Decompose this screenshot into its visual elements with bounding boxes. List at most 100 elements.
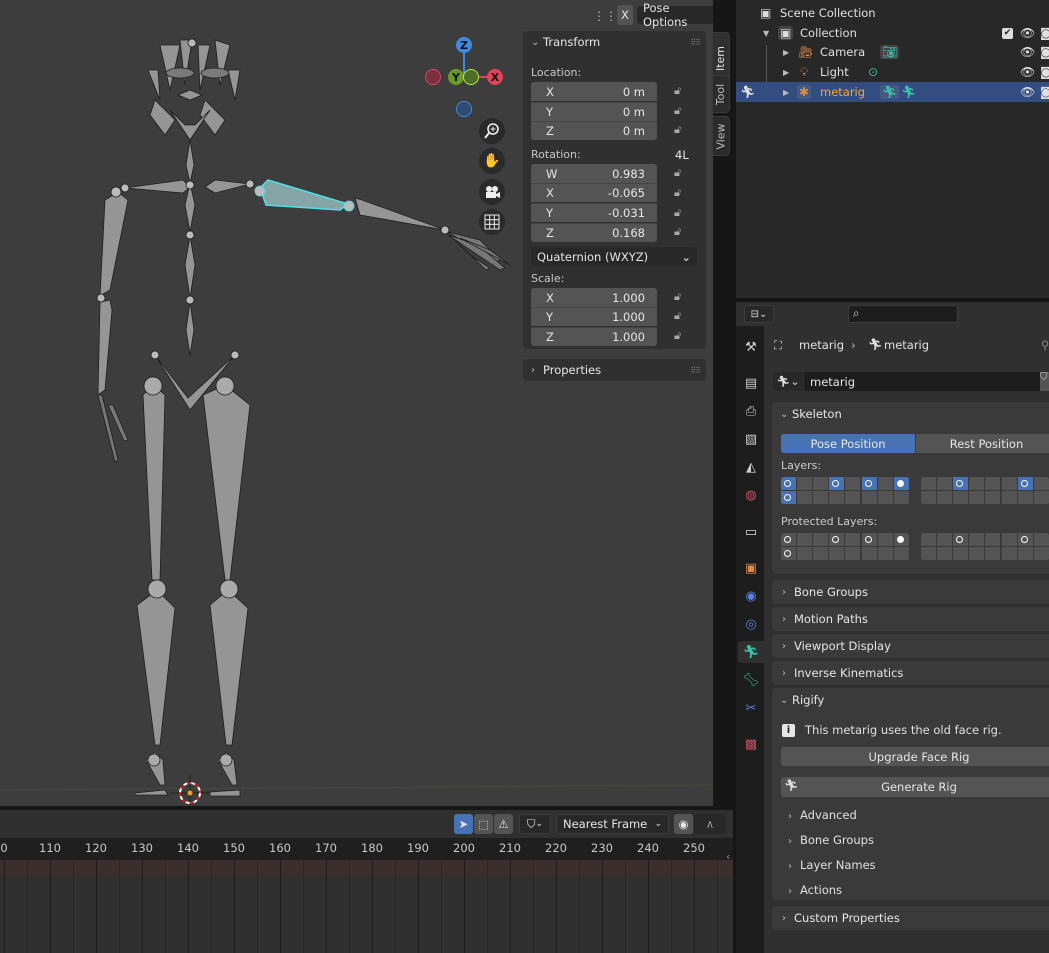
- bone-layer-toggle[interactable]: [921, 477, 937, 491]
- motion-paths-panel[interactable]: › Motion Paths: [772, 607, 1049, 631]
- rotation-4l-toggle[interactable]: 4L: [675, 148, 689, 162]
- camera-icon[interactable]: [479, 179, 505, 205]
- constraint-icon[interactable]: ◎: [740, 613, 762, 635]
- bone-layer-toggle[interactable]: [921, 491, 937, 505]
- generate-rig-button[interactable]: 🏃︎ Generate Rig: [781, 777, 1049, 797]
- protected-layer-toggle[interactable]: [845, 547, 862, 561]
- eye-visibility-icon[interactable]: 👁︎: [1020, 45, 1035, 59]
- protected-layer-toggle[interactable]: [1017, 533, 1034, 547]
- bone-layer-toggle[interactable]: [969, 477, 986, 491]
- protected-layer-toggle[interactable]: [781, 547, 797, 561]
- outliner-row-scene-collection[interactable]: ▣ Scene Collection: [736, 3, 1049, 23]
- bone-layer-toggle[interactable]: [781, 491, 797, 505]
- bone-constraint-icon[interactable]: ✂: [740, 697, 762, 719]
- advanced-subpanel[interactable]: › Advanced: [788, 808, 857, 822]
- scale-z-field[interactable]: Z 1.000: [531, 327, 657, 346]
- fake-user-shield-icon[interactable]: ⛉: [1040, 372, 1049, 391]
- drag-grip-icon[interactable]: ⠿⠿: [690, 366, 701, 375]
- tab-tool[interactable]: Tool: [712, 75, 730, 113]
- protected-layer-toggle[interactable]: [893, 547, 910, 561]
- protected-layer-toggle[interactable]: [1001, 547, 1018, 561]
- render-camera-icon[interactable]: ◙: [1040, 26, 1049, 40]
- location-z-field[interactable]: Z 0 m: [531, 121, 657, 140]
- protected-layer-toggle[interactable]: [953, 547, 970, 561]
- bone-layer-toggle[interactable]: [969, 491, 986, 505]
- bone-layer-toggle[interactable]: [845, 477, 862, 491]
- bone-layer-toggle[interactable]: [1017, 491, 1034, 505]
- gizmo-z-axis[interactable]: Z: [456, 37, 472, 53]
- box-select-icon[interactable]: ⬚: [474, 814, 493, 834]
- bone-layer-toggle[interactable]: [861, 491, 878, 505]
- view-layer-icon[interactable]: ▧: [740, 428, 762, 450]
- breadcrumb-data[interactable]: metarig: [884, 338, 929, 352]
- protected-layer-toggle[interactable]: [861, 547, 878, 561]
- light-data-icon[interactable]: ⊙: [868, 65, 878, 79]
- bone-layer-toggle[interactable]: [1017, 477, 1034, 491]
- bone-layer-toggle[interactable]: [829, 477, 846, 491]
- proportional-edit-icon[interactable]: ◉: [674, 814, 693, 834]
- bone-layer-toggle[interactable]: [797, 477, 814, 491]
- collapse-arrow-icon[interactable]: ‹: [726, 850, 730, 863]
- tab-view[interactable]: View: [712, 116, 730, 156]
- scale-y-field[interactable]: Y 1.000: [531, 307, 657, 326]
- rotation-x-field[interactable]: X -0.065: [531, 183, 657, 202]
- actions-subpanel[interactable]: › Actions: [788, 883, 842, 897]
- properties-search-input[interactable]: ⌕: [848, 305, 958, 323]
- lock-open-icon[interactable]: 🔓︎: [674, 206, 688, 220]
- zoom-icon[interactable]: [479, 118, 505, 144]
- butterfly-mirror-icon[interactable]: ⋮⋮: [593, 6, 617, 26]
- x-mirror-toggle[interactable]: X: [617, 5, 633, 25]
- protected-layer-toggle[interactable]: [861, 533, 878, 547]
- eye-visibility-icon[interactable]: 👁︎: [1020, 65, 1035, 79]
- gizmo-neg-z-axis[interactable]: [456, 101, 472, 117]
- rotation-z-field[interactable]: Z 0.168: [531, 223, 657, 242]
- bone-layer-toggle[interactable]: [893, 477, 910, 491]
- bone-layer-toggle[interactable]: [953, 477, 970, 491]
- grid-ortho-icon[interactable]: [479, 209, 505, 235]
- bone-layer-toggle[interactable]: [953, 491, 970, 505]
- gizmo-y-axis[interactable]: Y: [448, 69, 464, 85]
- rotation-y-field[interactable]: Y -0.031: [531, 203, 657, 222]
- datablock-name-input[interactable]: metarig: [804, 372, 1040, 391]
- protected-layer-toggle[interactable]: [813, 547, 830, 561]
- bone-layer-toggle[interactable]: [1001, 491, 1018, 505]
- lock-open-icon[interactable]: 🔓︎: [674, 290, 688, 304]
- rest-position-button[interactable]: Rest Position: [916, 434, 1049, 453]
- protected-layer-toggle[interactable]: [1033, 533, 1049, 547]
- protected-layer-toggle[interactable]: [877, 547, 894, 561]
- bone-layer-toggle[interactable]: [781, 477, 797, 491]
- lock-open-icon[interactable]: 🔓︎: [674, 166, 688, 180]
- render-camera-icon[interactable]: ◙: [1040, 85, 1049, 99]
- lock-open-icon[interactable]: 🔓︎: [674, 186, 688, 200]
- armature-data-icon[interactable]: 🏃︎: [880, 85, 900, 99]
- timeline-editor[interactable]: ➤ ⬚ ⚠ ⛉ ⌄ Nearest Frame ⌄ ◉ ∧ 0 110 120 130 14…: [0, 810, 733, 953]
- outliner[interactable]: ▣ Scene Collection ▼ ▣ Collection ✔ 👁︎ ◙…: [736, 0, 1049, 298]
- snap-mode-dropdown[interactable]: Nearest Frame ⌄: [556, 814, 669, 834]
- outliner-row-collection[interactable]: ▼ ▣ Collection ✔ 👁︎ ◙: [736, 23, 1049, 43]
- protected-layer-toggle[interactable]: [877, 533, 894, 547]
- exclude-checkbox[interactable]: ✔: [1002, 27, 1013, 39]
- bone-layer-toggle[interactable]: [797, 491, 814, 505]
- lock-open-icon[interactable]: 🔓︎: [674, 84, 688, 98]
- eye-visibility-icon[interactable]: 👁︎: [1020, 26, 1035, 40]
- protected-layer-toggle[interactable]: [781, 533, 797, 547]
- bone-layer-toggle[interactable]: [985, 491, 1002, 505]
- protected-layer-toggle[interactable]: [1033, 547, 1049, 561]
- output-icon[interactable]: ⎙: [740, 400, 762, 422]
- hand-pan-icon[interactable]: ✋: [479, 148, 505, 174]
- bone-icon[interactable]: 🦴︎: [740, 669, 762, 691]
- protected-layer-toggle[interactable]: [845, 533, 862, 547]
- location-y-field[interactable]: Y 0 m: [531, 102, 657, 121]
- protected-layer-toggle[interactable]: [813, 533, 830, 547]
- gizmo-x-axis[interactable]: X: [487, 69, 503, 85]
- expand-down-icon[interactable]: ▼: [763, 29, 769, 38]
- location-x-field[interactable]: X 0 m: [531, 82, 657, 101]
- inverse-kinematics-panel[interactable]: › Inverse Kinematics: [772, 661, 1049, 685]
- lock-open-icon[interactable]: 🔓︎: [674, 329, 688, 343]
- expand-right-icon[interactable]: ▶: [783, 48, 789, 57]
- bone-groups-panel[interactable]: › Bone Groups: [772, 580, 1049, 604]
- viewport-display-panel[interactable]: › Viewport Display: [772, 634, 1049, 658]
- protected-layer-toggle[interactable]: [937, 533, 954, 547]
- object-icon[interactable]: ▣: [740, 557, 762, 579]
- protected-layer-toggle[interactable]: [893, 533, 910, 547]
